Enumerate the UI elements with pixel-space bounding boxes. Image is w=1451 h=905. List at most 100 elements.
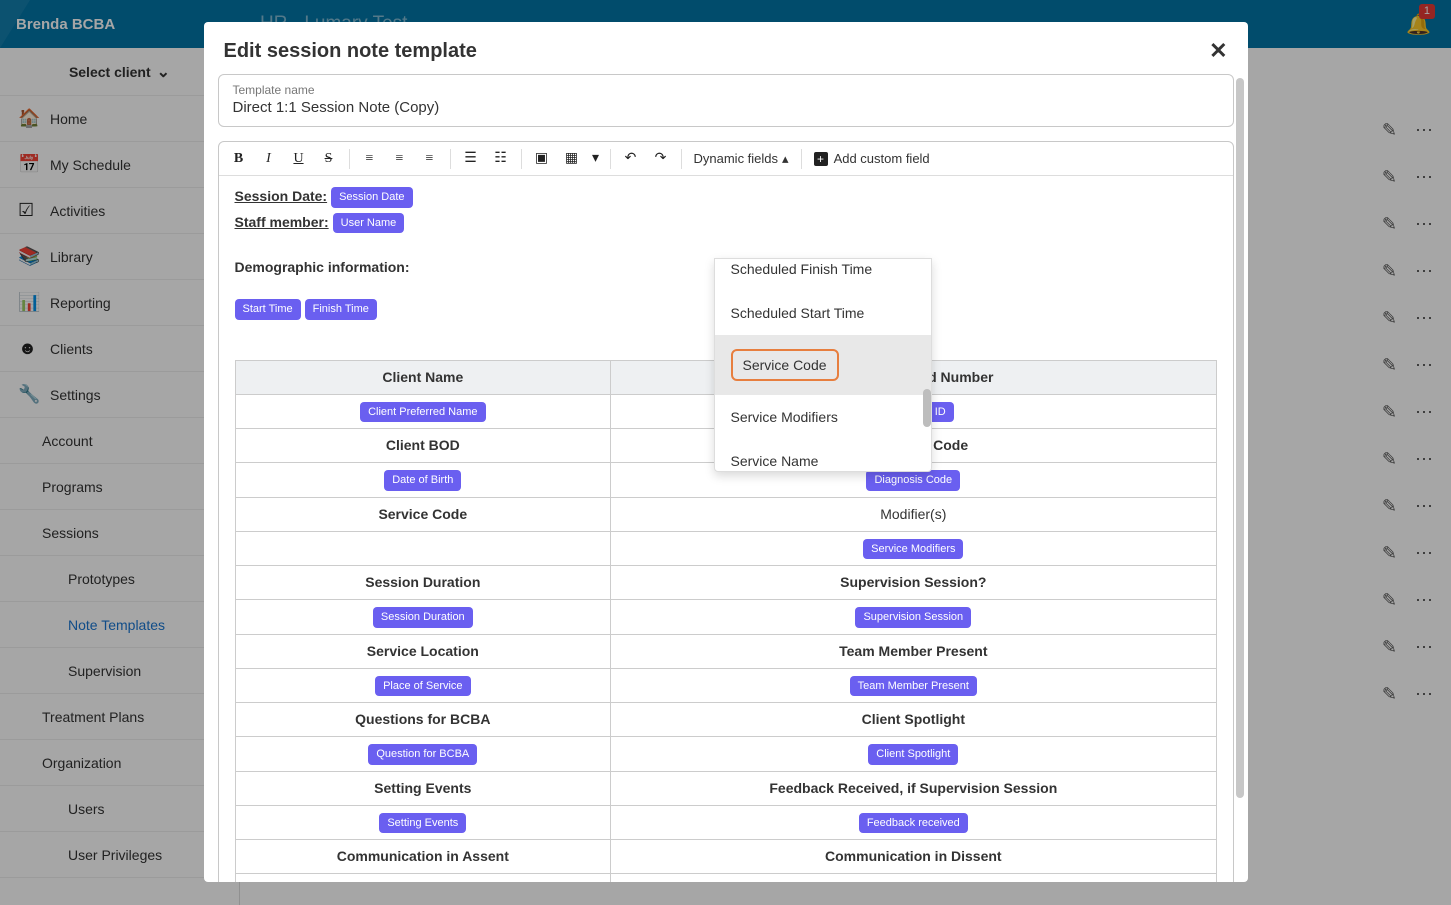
separator xyxy=(801,149,802,169)
table-cell: Modifier(s) xyxy=(611,497,1216,531)
template-name-field[interactable]: Template name Direct 1:1 Session Note (C… xyxy=(218,74,1234,127)
dd-item-sched-start[interactable]: Scheduled Start Time xyxy=(715,291,931,335)
table-cell: Client Preferred Name xyxy=(235,394,611,429)
editor-toolbar: B I U S ≡ ≡ ≡ ☰ ☷ ▣ ▦ ▾ ↶ xyxy=(219,142,1233,176)
modal-title: Edit session note template xyxy=(224,40,477,63)
chip-dynamic-field[interactable]: Service Modifiers xyxy=(863,539,963,560)
table-cell: Feedback Received, if Supervision Sessio… xyxy=(611,771,1216,805)
align-center-button[interactable]: ≡ xyxy=(386,146,414,172)
chip-dynamic-field[interactable]: Supervision Session xyxy=(855,607,971,628)
dd-item-service-modifiers[interactable]: Service Modifiers xyxy=(715,395,931,439)
close-icon[interactable]: ✕ xyxy=(1209,38,1227,64)
table-cell: Communication in Dissent xyxy=(611,840,1216,874)
chevron-up-icon: ▴ xyxy=(782,151,789,167)
separator xyxy=(610,149,611,169)
chip-dynamic-field[interactable]: Place of Service xyxy=(375,676,470,697)
separator xyxy=(349,149,350,169)
table-row: Session DurationSupervision Session? xyxy=(235,566,1216,600)
chip-start-time[interactable]: Start Time xyxy=(235,299,301,320)
session-date-line: Session Date:Session Date xyxy=(235,186,1217,208)
table-dropdown-icon[interactable]: ▾ xyxy=(588,146,604,172)
bullet-list-button[interactable]: ☰ xyxy=(457,146,485,172)
edit-template-modal: Edit session note template ✕ Template na… xyxy=(204,22,1248,882)
chip-dynamic-field[interactable]: Client Spotlight xyxy=(868,744,958,765)
undo-button[interactable]: ↶ xyxy=(617,146,645,172)
dd-item-label: Service Code xyxy=(731,349,839,381)
table-cell: Question for BCBA xyxy=(235,737,611,772)
table-cell: Communication in Assent xyxy=(235,840,611,874)
dynamic-fields-menu: Scheduled Finish Time Scheduled Start Ti… xyxy=(714,258,932,472)
staff-member-line: Staff member:User Name xyxy=(235,212,1217,234)
table-cell: Client BOD xyxy=(235,429,611,463)
rich-editor: B I U S ≡ ≡ ≡ ☰ ☷ ▣ ▦ ▾ ↶ xyxy=(218,141,1234,882)
modal-overlay: Edit session note template ✕ Template na… xyxy=(0,0,1451,905)
chip-dynamic-field[interactable]: Date of Birth xyxy=(384,470,461,491)
underline-button[interactable]: U xyxy=(285,146,313,172)
chip-dynamic-field[interactable]: Session Duration xyxy=(373,607,473,628)
table-cell: Feedback received xyxy=(611,805,1216,840)
table-cell: Team Member Present xyxy=(611,668,1216,703)
chip-dynamic-field[interactable]: Question for BCBA xyxy=(368,744,477,765)
dd-item-service-code[interactable]: Service Code xyxy=(715,335,931,395)
dd-scrollbar[interactable] xyxy=(923,389,931,427)
chip-user-name[interactable]: User Name xyxy=(333,213,405,234)
image-button[interactable]: ▣ xyxy=(528,146,556,172)
chip-dynamic-field[interactable]: Diagnosis Code xyxy=(866,470,960,491)
table-cell: Setting Events xyxy=(235,805,611,840)
redo-button[interactable]: ↷ xyxy=(647,146,675,172)
table-row: Setting EventsFeedback Received, if Supe… xyxy=(235,771,1216,805)
plus-icon: + xyxy=(814,152,828,166)
dynamic-fields-dropdown[interactable]: Dynamic fields ▴ xyxy=(688,151,795,167)
table-row: Service CodeModifier(s) xyxy=(235,497,1216,531)
chip-dynamic-field[interactable]: Client Preferred Name xyxy=(360,402,485,423)
table-cell: Service Location xyxy=(235,634,611,668)
separator xyxy=(681,149,682,169)
number-list-button[interactable]: ☷ xyxy=(487,146,515,172)
separator xyxy=(450,149,451,169)
modal-body: Template name Direct 1:1 Session Note (C… xyxy=(204,74,1248,882)
table-row: Service Modifiers xyxy=(235,531,1216,566)
dd-item-sched-finish[interactable]: Scheduled Finish Time xyxy=(715,259,931,291)
table-row: Question for BCBA Client Spotlight xyxy=(235,737,1216,772)
table-cell: Session Duration xyxy=(235,566,611,600)
table-row: Session Duration Supervision Session xyxy=(235,600,1216,635)
dd-item-service-name[interactable]: Service Name xyxy=(715,439,931,471)
table-cell: Client Name xyxy=(235,360,611,394)
strike-button[interactable]: S xyxy=(315,146,343,172)
table-cell: Team Member Present xyxy=(611,634,1216,668)
table-cell: Date of Birth xyxy=(235,463,611,498)
table-cell: Setting Events xyxy=(235,771,611,805)
table-cell: Place of Service xyxy=(235,668,611,703)
table-row: Place of Service Team Member Present xyxy=(235,668,1216,703)
table-cell xyxy=(235,531,611,566)
table-cell: Dessent xyxy=(611,874,1216,882)
add-custom-label: Add custom field xyxy=(834,151,930,166)
dynamic-fields-label: Dynamic fields xyxy=(694,151,779,166)
italic-button[interactable]: I xyxy=(255,146,283,172)
table-cell: Supervision Session xyxy=(611,600,1216,635)
add-custom-field-button[interactable]: + Add custom field xyxy=(808,151,936,166)
table-cell: Service Code xyxy=(235,497,611,531)
table-cell: Supervision Session? xyxy=(611,566,1216,600)
table-cell: Service Modifiers xyxy=(611,531,1216,566)
table-row: Communication in AssentCommunication in … xyxy=(235,840,1216,874)
separator xyxy=(521,149,522,169)
table-cell: Questions for BCBA xyxy=(235,703,611,737)
staff-member-label: Staff member: xyxy=(235,214,329,230)
chip-session-date[interactable]: Session Date xyxy=(331,187,412,208)
session-date-label: Session Date: xyxy=(235,188,328,204)
chip-finish-time[interactable]: Finish Time xyxy=(305,299,377,320)
chip-dynamic-field[interactable]: Setting Events xyxy=(379,813,466,834)
table-cell: Client Spotlight xyxy=(611,703,1216,737)
chip-dynamic-field[interactable]: Team Member Present xyxy=(850,676,977,697)
align-right-button[interactable]: ≡ xyxy=(416,146,444,172)
table-row: Setting Events Feedback received xyxy=(235,805,1216,840)
table-row: Questions for BCBAClient Spotlight xyxy=(235,703,1216,737)
template-name-label: Template name xyxy=(233,83,1219,97)
table-row: Service LocationTeam Member Present xyxy=(235,634,1216,668)
chip-dynamic-field[interactable]: Feedback received xyxy=(859,813,968,834)
bold-button[interactable]: B xyxy=(225,146,253,172)
template-name-value: Direct 1:1 Session Note (Copy) xyxy=(233,99,1219,116)
align-left-button[interactable]: ≡ xyxy=(356,146,384,172)
table-button[interactable]: ▦ xyxy=(558,146,586,172)
